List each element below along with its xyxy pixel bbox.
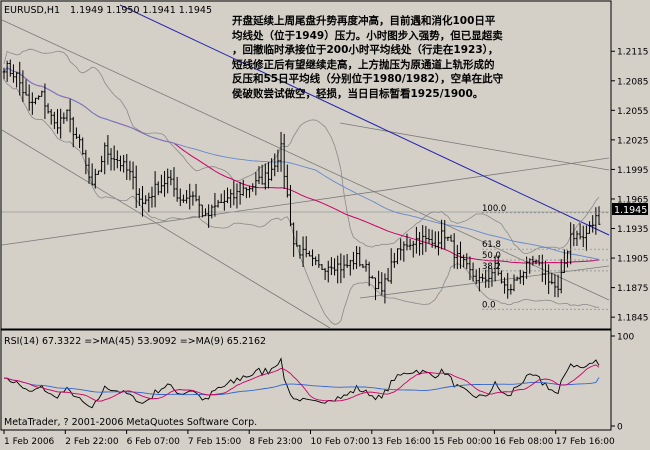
rsi-tick-label: 0 [617,423,623,433]
price-tick-label: 1.1875 [617,284,649,294]
fib-level-label: 61.8 [482,240,501,250]
time-tick-label: 15 Feb 00:00 [433,437,492,447]
time-tick-label: 10 Feb 07:00 [311,437,370,447]
rsi-axis: 100 0 [611,333,634,433]
fib-level-label: 50.0 [482,251,501,261]
time-tick-label: 2 Feb 22:00 [65,437,119,447]
price-tick-label: 1.2115 [617,48,649,58]
copyright-footer: MetaTrader, ? 2001-2006 MetaQuotes Softw… [4,417,257,428]
price-tick-label: 1.1845 [617,314,649,324]
fib-level-label: 100.0 [482,204,506,214]
rsi-tick-label: 100 [617,333,634,343]
chart-symbol-label: EURUSD,H1 [4,5,60,16]
rsi-indicator-label: RSI(14) 67.3322 =>MA(45) 53.9092 =>MA(9)… [4,336,266,347]
price-tick-label: 1.2055 [617,107,649,117]
price-tick-label: 1.1905 [617,255,649,265]
price-tick-label: 1.2025 [617,136,649,146]
time-tick-label: 13 Feb 16:00 [372,437,431,447]
time-tick-label: 1 Feb 2006 [4,437,55,447]
fib-level-label: 0.0 [482,300,496,310]
time-tick-label: 17 Feb 16:00 [556,437,615,447]
time-axis: 1 Feb 2006 2 Feb 22:00 6 Feb 07:00 7 Feb 15… [3,430,615,447]
analysis-annotation: 开盘延续上周尾盘升势再度冲高，目前遇和消化100日平 均线处（位于1949）压力… [232,15,504,100]
price-tick-label: 1.1935 [617,225,649,235]
price-tick-label: 1.2085 [617,77,649,87]
price-axis: 1.21151.20851.20551.20251.19951.19651.19… [611,48,649,324]
time-tick-label: 16 Feb 08:00 [494,437,553,447]
current-price-label: 1.1945 [614,205,647,216]
fib-level-label: 38.2 [482,262,501,272]
time-tick-label: 8 Feb 23:00 [249,437,303,447]
chart-ohlc-values: 1.1949 1.1950 1.1941 1.1945 [70,5,212,16]
time-tick-label: 7 Feb 15:00 [188,437,242,447]
price-tick-label: 1.1995 [617,166,649,176]
time-tick-label: 6 Feb 07:00 [127,437,181,447]
